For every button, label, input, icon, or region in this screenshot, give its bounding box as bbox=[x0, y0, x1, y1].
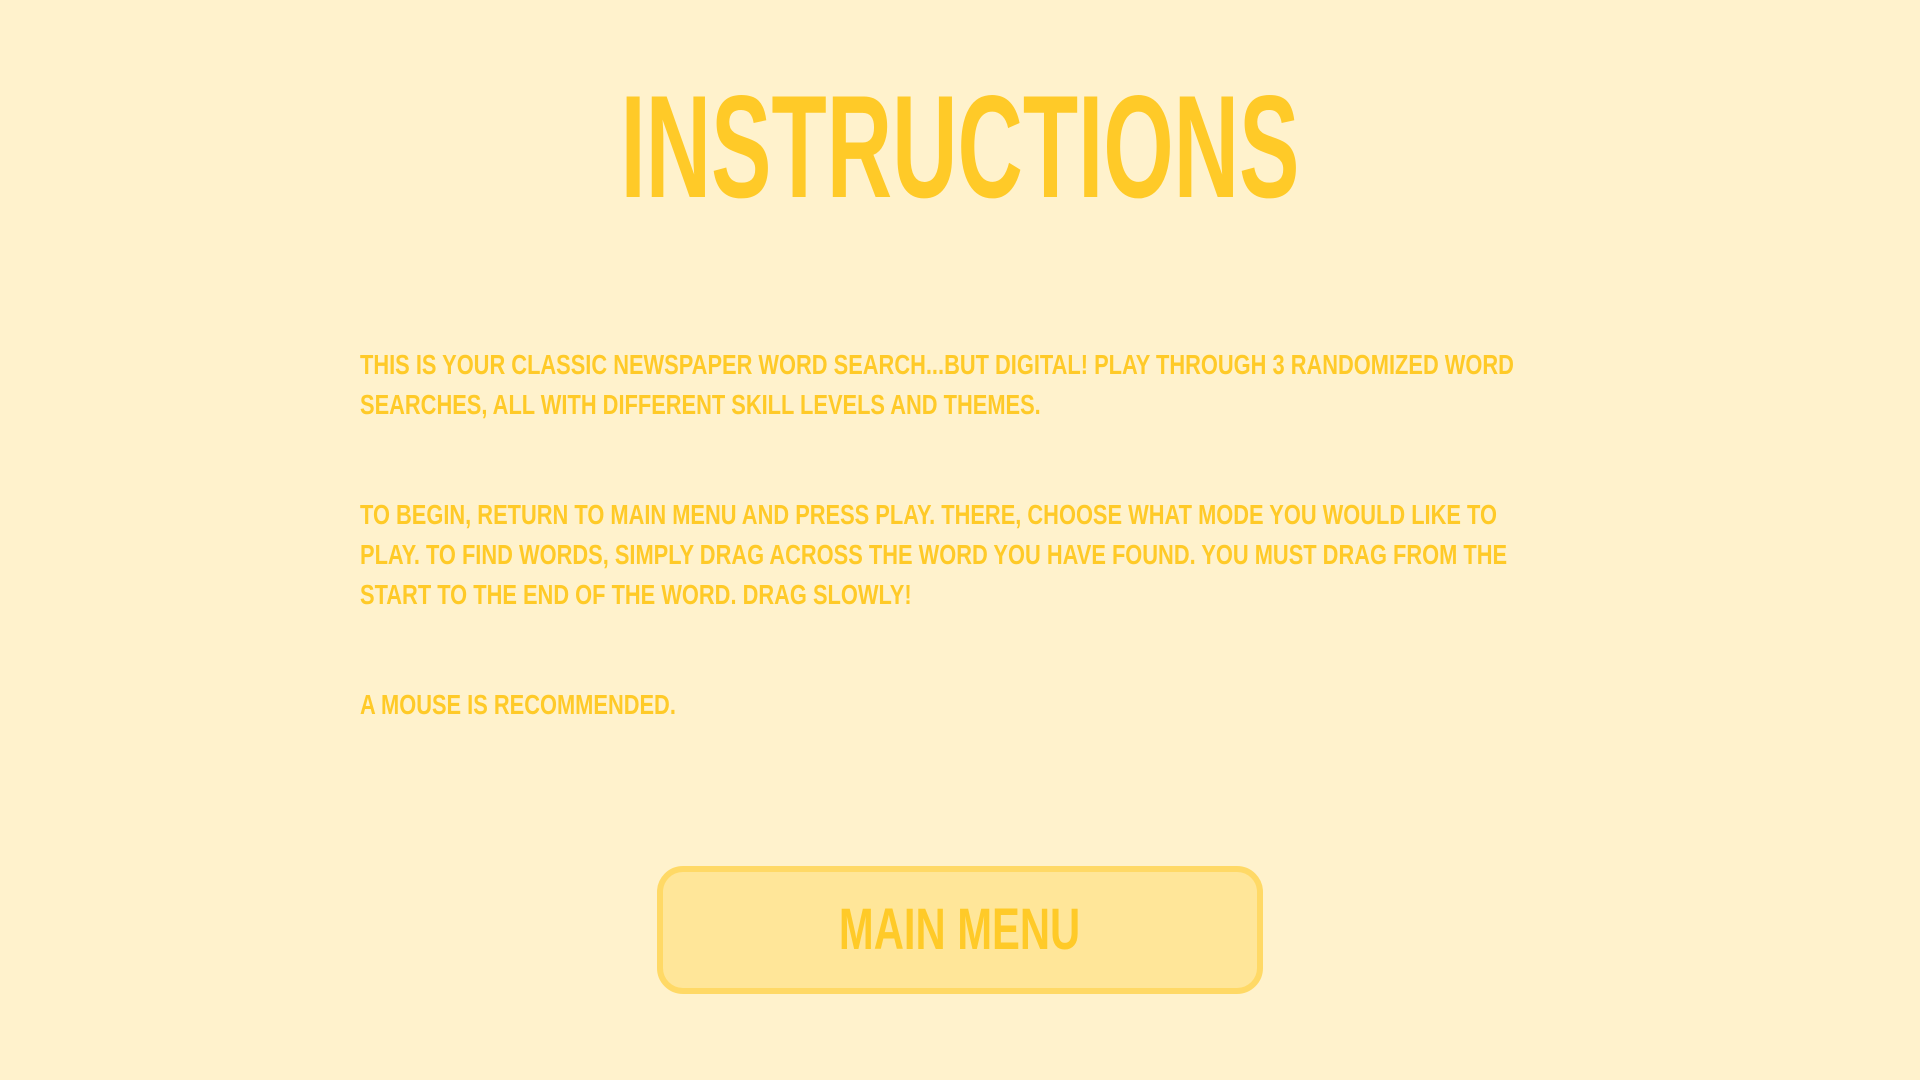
instructions-screen: Instructions This is your classic newspa… bbox=[0, 0, 1920, 1080]
page-title: Instructions bbox=[620, 65, 1300, 228]
instructions-paragraph-how-to-play: To begin, return to main menu and press … bbox=[360, 499, 1508, 610]
main-menu-button-label: Main Menu bbox=[839, 897, 1081, 962]
instructions-paragraph-mouse-note: A mouse is recommended. bbox=[360, 689, 676, 720]
main-menu-button[interactable]: Main Menu bbox=[657, 866, 1263, 994]
instructions-body: This is your classic newspaper word sear… bbox=[360, 345, 1560, 795]
instructions-paragraph-intro: This is your classic newspaper word sear… bbox=[360, 349, 1514, 420]
